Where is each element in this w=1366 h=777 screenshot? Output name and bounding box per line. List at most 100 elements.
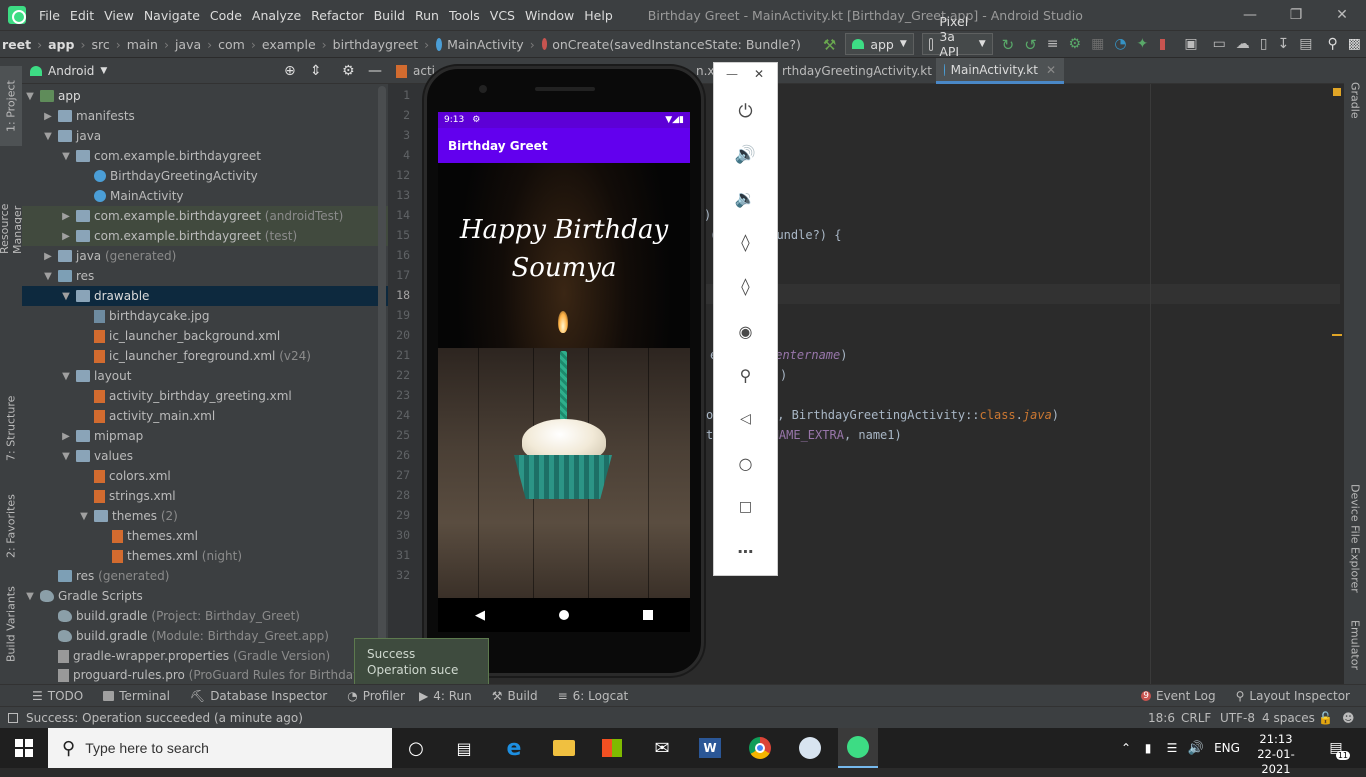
tab-project[interactable]: 1: Project [0, 66, 22, 146]
menu-help[interactable]: Help [579, 8, 618, 23]
breadcrumb-example[interactable]: example [260, 37, 318, 52]
tree-item-java-generated[interactable]: ▶ java (generated) [22, 246, 388, 266]
zoom-icon[interactable]: ⚲ [714, 363, 777, 387]
line-separator[interactable]: CRLF [1181, 711, 1211, 725]
rotate-left-icon[interactable]: ◊ [714, 231, 777, 255]
chevron-down-icon[interactable]: ▼ [100, 66, 107, 76]
tree-item-layout[interactable]: ▼ layout [22, 366, 388, 386]
project-structure-icon[interactable]: ▣ [1184, 36, 1197, 52]
back-icon[interactable]: ◁ [714, 407, 777, 431]
breadcrumb-app[interactable]: app [46, 37, 76, 52]
collapse-all-icon[interactable]: ⇕ [310, 63, 322, 79]
menu-file[interactable]: File [34, 8, 65, 23]
coverage-icon[interactable]: ▤ [1299, 36, 1312, 52]
breadcrumb-main[interactable]: main [125, 37, 160, 52]
minimize-emulator-icon[interactable]: — [726, 67, 738, 81]
tree-item-build-gradle-module[interactable]: build.gradle (Module: Birthday_Greet.app… [22, 626, 388, 646]
more-icon[interactable]: ⋯ [714, 539, 777, 563]
breadcrumb-method[interactable]: onCreate(savedInstanceState: Bundle?) [550, 37, 803, 52]
gear-icon[interactable]: ⚙ [342, 63, 355, 79]
volume-icon[interactable]: 🔊 [1182, 734, 1210, 762]
tab-favorites[interactable]: 2: Favorites [0, 486, 22, 566]
tool-database-inspector[interactable]: ⛏ Database Inspector [180, 689, 337, 703]
indent-setting[interactable]: 4 spaces [1262, 711, 1315, 725]
tree-item-themes[interactable]: ▼ themes (2) [22, 506, 388, 526]
tree-item-activity-birthday-greeting-xml[interactable]: activity_birthday_greeting.xml [22, 386, 388, 406]
apply-code-changes-icon[interactable]: ↺ [1024, 36, 1037, 54]
home-nav-icon[interactable] [559, 610, 569, 620]
tree-item-manifests[interactable]: ▶ manifests [22, 106, 388, 126]
recents-nav-icon[interactable] [643, 610, 653, 620]
tree-item-ic-launcher-background[interactable]: ic_launcher_background.xml [22, 326, 388, 346]
edge-browser-icon[interactable]: e [500, 734, 528, 762]
attach-icon[interactable]: ✦ [1137, 36, 1149, 52]
tool-layout-inspector[interactable]: ⚲ Layout Inspector [1226, 689, 1366, 703]
menu-navigate[interactable]: Navigate [139, 8, 205, 23]
emulator-screen[interactable]: 9:13 ⚙ ▼◢▮ Birthday Greet Happy Birthday… [438, 112, 690, 598]
menu-tools[interactable]: Tools [444, 8, 485, 23]
close-emulator-icon[interactable]: ✕ [754, 67, 764, 81]
overview-icon[interactable]: □ [714, 495, 777, 519]
tool-todo[interactable]: ☰ TODO [0, 689, 93, 703]
minimize-button[interactable]: — [1226, 0, 1274, 30]
tree-item-build-gradle-project[interactable]: build.gradle (Project: Birthday_Greet) [22, 606, 388, 626]
tab-birthday-greeting-activity[interactable]: rthdayGreetingActivity.kt✕ [774, 58, 950, 84]
store-icon[interactable] [598, 734, 626, 762]
windows-start-icon[interactable] [10, 734, 38, 762]
tool-event-log[interactable]: 9 Event Log [1131, 689, 1225, 703]
tool-run[interactable]: ▶ 4: Run [409, 689, 482, 703]
task-view-icon[interactable]: ▤ [450, 734, 478, 762]
menu-build[interactable]: Build [369, 8, 410, 23]
inspector-icon[interactable]: ☻ [1342, 711, 1355, 725]
tree-item-values[interactable]: ▼ values [22, 446, 388, 466]
device-select[interactable]: Pixel 3a API 30 ▼ [921, 14, 993, 74]
breadcrumb-com[interactable]: com [216, 37, 247, 52]
project-view-select[interactable]: Android [48, 64, 94, 78]
menu-code[interactable]: Code [205, 8, 247, 23]
tree-item-gradle-wrapper-properties[interactable]: gradle-wrapper.properties (Gradle Versio… [22, 646, 388, 666]
attach-debugger-icon[interactable]: ▦ [1091, 36, 1104, 52]
screenshot-icon[interactable]: ◉ [714, 319, 777, 343]
tree-item-activity-main-xml[interactable]: activity_main.xml [22, 406, 388, 426]
volume-down-icon[interactable]: 🔉 [714, 187, 777, 211]
word-icon[interactable]: W [696, 734, 724, 762]
profile-icon[interactable]: ◔ [1114, 36, 1126, 52]
tab-emulator[interactable]: Emulator [1344, 610, 1366, 680]
sync-gradle-icon[interactable]: ☁ [1236, 36, 1250, 52]
close-button[interactable]: ✕ [1318, 0, 1366, 30]
success-notification[interactable]: Success Operation suce [354, 638, 489, 686]
tree-item-app[interactable]: ▼ app [22, 86, 388, 106]
tree-item-birthdaycake-jpg[interactable]: birthdaycake.jpg [22, 306, 388, 326]
tree-item-strings-xml[interactable]: strings.xml [22, 486, 388, 506]
hide-panel-icon[interactable]: — [368, 63, 382, 79]
breadcrumb-project[interactable]: reet [0, 37, 33, 52]
settings-icon[interactable]: ▩ [1348, 36, 1361, 52]
android-studio-taskbar-icon[interactable] [838, 728, 878, 768]
menu-analyze[interactable]: Analyze [247, 8, 306, 23]
tree-item-mipmap[interactable]: ▶ mipmap [22, 426, 388, 446]
tree-item-colors-xml[interactable]: colors.xml [22, 466, 388, 486]
tool-profiler[interactable]: ◔ Profiler [337, 689, 415, 703]
tree-item-gradle-scripts[interactable]: ▼ Gradle Scripts [22, 586, 388, 606]
tree-item-themes-xml[interactable]: themes.xml [22, 526, 388, 546]
warning-marker[interactable] [1333, 88, 1341, 96]
file-encoding[interactable]: UTF-8 [1220, 711, 1255, 725]
cortana-icon[interactable]: ○ [402, 734, 430, 762]
tab-build-variants[interactable]: Build Variants [0, 584, 22, 664]
volume-up-icon[interactable]: 🔊 [714, 143, 777, 167]
breadcrumb-class[interactable]: MainActivity [445, 37, 526, 52]
menu-vcs[interactable]: VCS [485, 8, 520, 23]
panel-toggle-icon[interactable] [8, 712, 18, 723]
notification-center-icon[interactable]: ▤ 11 [1322, 734, 1350, 762]
tab-gradle[interactable]: Gradle [1344, 70, 1366, 130]
menu-view[interactable]: View [99, 8, 139, 23]
tree-item-res-generated[interactable]: res (generated) [22, 566, 388, 586]
tool-logcat[interactable]: ≡ 6: Logcat [548, 689, 639, 703]
avd-manager-icon[interactable]: ▭ [1213, 36, 1226, 52]
tree-item-main-activity[interactable]: MainActivity [22, 186, 388, 206]
search-everywhere-icon[interactable]: ⚲ [1327, 36, 1337, 52]
warning-stripe[interactable] [1332, 334, 1342, 336]
menu-window[interactable]: Window [520, 8, 579, 23]
taskbar-search-input[interactable]: ⚲ Type here to search [48, 728, 392, 768]
breadcrumb-java[interactable]: java [173, 37, 203, 52]
